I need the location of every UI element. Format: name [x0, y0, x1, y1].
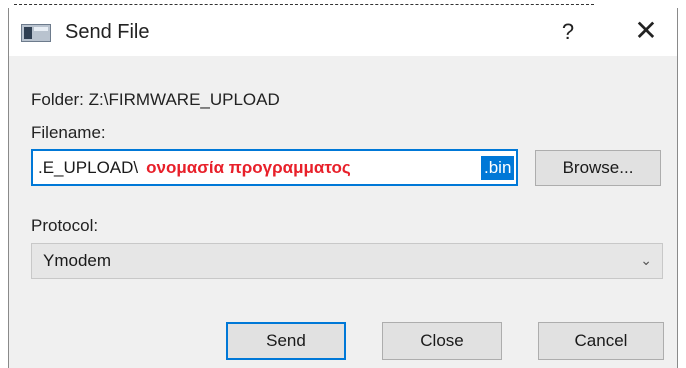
- app-window-icon: [21, 24, 51, 42]
- protocol-selected-value: Ymodem: [43, 251, 112, 270]
- filename-label: Filename:: [31, 123, 106, 142]
- filename-selected-extension: .bin: [481, 156, 515, 180]
- filename-input[interactable]: .E_UPLOAD\ ονομασία προγραμματος .bin: [31, 149, 518, 186]
- browse-button[interactable]: Browse...: [535, 150, 661, 186]
- protocol-label: Protocol:: [31, 216, 99, 235]
- filename-path-prefix: .E_UPLOAD\: [38, 158, 139, 177]
- help-button[interactable]: ?: [553, 18, 583, 46]
- folder-row: Folder: Z:\FIRMWARE_UPLOAD: [31, 90, 280, 110]
- send-button[interactable]: Send: [226, 322, 346, 360]
- dashed-line: [14, 0, 594, 5]
- title-bar: Send File ? ✕: [9, 8, 677, 56]
- close-button[interactable]: Close: [382, 322, 502, 360]
- chevron-down-icon: ⌄: [640, 253, 652, 269]
- folder-label: Folder:: [31, 90, 84, 109]
- protocol-dropdown[interactable]: Ymodem ⌄: [31, 243, 663, 279]
- window-title: Send File: [65, 21, 150, 43]
- folder-path: Z:\FIRMWARE_UPLOAD: [88, 90, 280, 109]
- send-file-dialog: Send File ? ✕ Folder: Z:\FIRMWARE_UPLOAD…: [8, 8, 678, 368]
- cancel-button[interactable]: Cancel: [538, 322, 664, 360]
- close-window-icon[interactable]: ✕: [629, 17, 663, 46]
- filename-annotation: ονομασία προγραμματος: [146, 158, 351, 177]
